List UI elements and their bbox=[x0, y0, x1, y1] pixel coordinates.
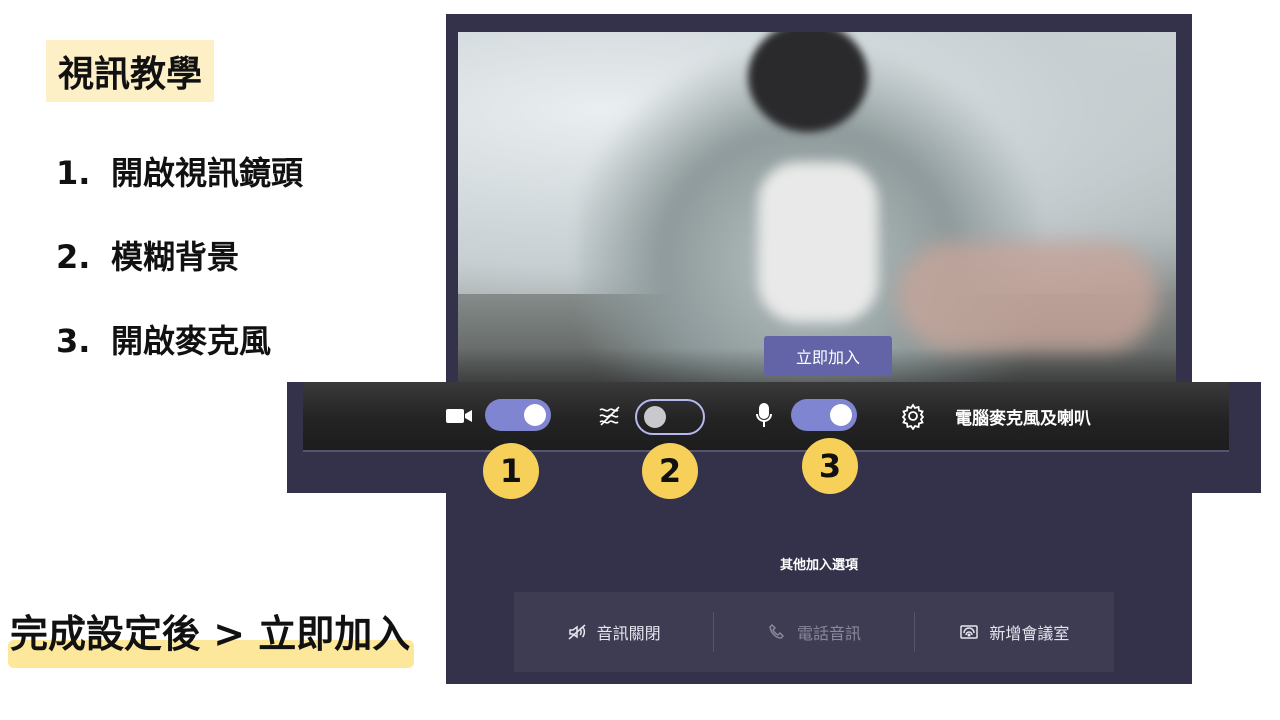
audio-off-label: 音訊關閉 bbox=[596, 624, 661, 643]
step-text: 開啟麥克風 bbox=[111, 322, 272, 360]
step-badge-3: 3 bbox=[802, 438, 858, 494]
microphone-toggle[interactable] bbox=[791, 399, 857, 431]
prejoin-panel: 立即加入 其他加入選項 音訊關閉 電話音訊 新增會議室 bbox=[446, 14, 1192, 684]
audio-off-option[interactable]: 音訊關閉 bbox=[514, 612, 713, 652]
bottom-note: 完成設定後 > 立即加入 bbox=[8, 604, 415, 668]
speaker-off-icon bbox=[568, 624, 586, 640]
toggle-knob bbox=[830, 404, 852, 426]
device-controls-bar: 電腦麥克風及喇叭 bbox=[303, 382, 1229, 452]
camera-toggle[interactable] bbox=[485, 399, 551, 431]
camera-icon bbox=[446, 409, 472, 423]
phone-audio-label: 電話音訊 bbox=[796, 624, 861, 643]
phone-icon bbox=[769, 623, 785, 639]
step-badge-1: 1 bbox=[483, 443, 539, 499]
video-hand bbox=[898, 242, 1158, 352]
add-room-option[interactable]: 新增會議室 bbox=[913, 612, 1114, 652]
step-number: 2. bbox=[56, 238, 91, 276]
background-blur-toggle[interactable] bbox=[635, 399, 705, 435]
step-item: 1. 開啟視訊鏡頭 bbox=[56, 145, 303, 229]
video-shirt bbox=[758, 162, 878, 322]
background-blur-icon bbox=[599, 406, 620, 426]
toggle-knob bbox=[644, 406, 666, 428]
controls-callout: 電腦麥克風及喇叭 bbox=[287, 382, 1261, 493]
step-number: 1. bbox=[56, 154, 91, 192]
step-number: 3. bbox=[56, 322, 91, 360]
microphone-icon bbox=[756, 403, 772, 427]
step-badge-2: 2 bbox=[642, 443, 698, 499]
bottom-note-text: 完成設定後 > 立即加入 bbox=[10, 612, 411, 656]
step-text: 模糊背景 bbox=[111, 238, 240, 276]
step-text: 開啟視訊鏡頭 bbox=[111, 154, 304, 192]
steps-list: 1. 開啟視訊鏡頭 2. 模糊背景 3. 開啟麥克風 bbox=[56, 145, 303, 397]
other-options-title: 其他加入選項 bbox=[779, 558, 858, 573]
step-item: 3. 開啟麥克風 bbox=[56, 313, 303, 397]
cast-icon bbox=[960, 625, 979, 639]
slide-title: 視訊教學 bbox=[46, 40, 215, 102]
phone-audio-option[interactable]: 電話音訊 bbox=[713, 612, 913, 652]
other-options-bar: 音訊關閉 電話音訊 新增會議室 bbox=[514, 592, 1114, 672]
toggle-knob bbox=[524, 404, 546, 426]
device-settings-label[interactable]: 電腦麥克風及喇叭 bbox=[955, 404, 1091, 429]
gear-icon[interactable] bbox=[899, 402, 927, 430]
join-now-button[interactable]: 立即加入 bbox=[764, 336, 892, 376]
step-item: 2. 模糊背景 bbox=[56, 229, 303, 313]
add-room-label: 新增會議室 bbox=[989, 624, 1070, 643]
